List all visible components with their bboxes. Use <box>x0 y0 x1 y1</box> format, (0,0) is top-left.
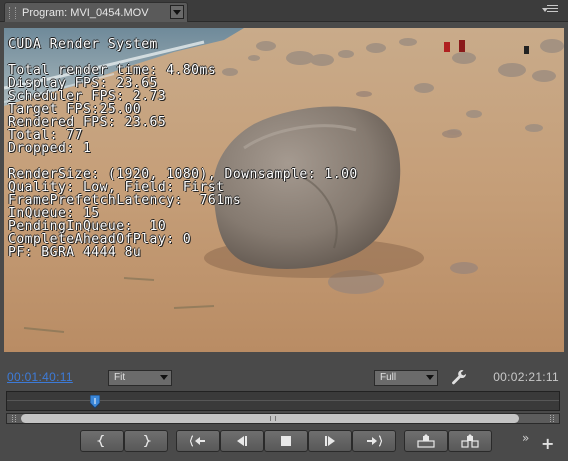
zoom-handle-right-icon[interactable] <box>550 415 554 422</box>
zoom-handle-left-icon[interactable] <box>12 415 16 422</box>
playback-resolution-value: Full <box>380 372 397 383</box>
lift-button[interactable] <box>404 430 448 452</box>
zoom-level-select[interactable]: Fit <box>108 370 172 386</box>
stop-button[interactable] <box>264 430 308 452</box>
current-timecode[interactable]: 00:01:40:11 <box>7 370 73 384</box>
stat-pixel-format: PF: BGRA 4444 8u <box>8 245 142 260</box>
duration-timecode: 00:02:21:11 <box>493 370 559 384</box>
panel-tab-bar: Program: MVI_0454.MOV <box>0 0 568 22</box>
plus-icon[interactable]: + <box>541 436 554 452</box>
stop-icon <box>281 436 291 446</box>
go-to-in-button[interactable] <box>176 430 220 452</box>
mark-in-button[interactable] <box>80 430 124 452</box>
tab-title: Program: MVI_0454.MOV <box>22 6 149 19</box>
mark-in-icon <box>97 435 105 447</box>
go-to-out-icon <box>367 435 382 447</box>
chevron-double-right-icon[interactable]: » <box>522 431 529 445</box>
tab-grip-icon[interactable] <box>9 6 16 19</box>
overlay-heading: CUDA Render System <box>8 37 158 52</box>
extract-button[interactable] <box>448 430 492 452</box>
go-to-in-icon <box>190 435 205 447</box>
zoom-scrollbar-thumb[interactable] <box>21 414 519 423</box>
chevron-down-icon <box>426 375 434 380</box>
render-stats-overlay: CUDA Render System Total render time: 4.… <box>8 38 358 259</box>
step-forward-icon <box>325 436 335 446</box>
step-back-icon <box>237 436 247 446</box>
chevron-down-icon[interactable] <box>170 5 184 19</box>
playback-resolution-select[interactable]: Full <box>374 370 438 386</box>
step-back-button[interactable] <box>220 430 264 452</box>
stat-dropped: Dropped: 1 <box>8 141 92 156</box>
wrench-icon[interactable] <box>451 369 467 385</box>
grip-icon <box>270 416 276 421</box>
step-forward-button[interactable] <box>308 430 352 452</box>
zoom-scrollbar[interactable] <box>6 413 560 424</box>
mark-out-icon <box>143 435 151 447</box>
playhead-icon[interactable] <box>89 395 100 409</box>
mark-out-button[interactable] <box>124 430 168 452</box>
zoom-level-value: Fit <box>114 372 126 383</box>
lift-icon <box>417 434 435 448</box>
program-video-frame[interactable]: CUDA Render System Total render time: 4.… <box>4 28 564 352</box>
panel-menu-icon[interactable] <box>542 5 558 16</box>
extract-icon <box>461 434 479 448</box>
chevron-down-icon <box>160 375 168 380</box>
go-to-out-button[interactable] <box>352 430 396 452</box>
program-monitor-tab[interactable]: Program: MVI_0454.MOV <box>4 2 188 22</box>
